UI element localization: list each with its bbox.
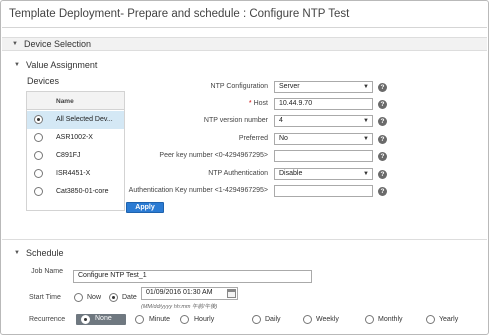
triangle-down-icon: ▼ (12, 41, 18, 47)
page-title: Template Deployment- Prepare and schedul… (9, 8, 350, 20)
template-deployment-window: Template Deployment- Prepare and schedul… (0, 0, 489, 335)
device-selection-label: Device Selection (24, 39, 92, 49)
device-name: ASR1002-X (56, 134, 93, 141)
recurrence-radio-daily[interactable] (252, 315, 261, 324)
device-row[interactable]: ASR1002-X (27, 129, 124, 147)
job-name-input[interactable]: Configure NTP Test_1 (73, 270, 312, 283)
device-radio[interactable] (34, 151, 43, 160)
recurrence-option-label: Daily (265, 316, 281, 323)
device-row[interactable]: ISR4451-X (27, 165, 124, 183)
device-name: C891FJ (56, 152, 81, 159)
auth-key-label: Authentication Key number <1-4294967295> (128, 187, 268, 194)
device-radio[interactable] (34, 115, 43, 124)
ntp-version-select[interactable]: 4 (274, 115, 373, 127)
schedule-divider (2, 239, 487, 240)
value-assignment-label: Value Assignment (26, 60, 98, 70)
name-column-header: Name (56, 98, 74, 105)
auth-key-input[interactable] (274, 185, 373, 197)
question-circle-icon[interactable]: ? (378, 135, 387, 144)
recurrence-option-label: Minute (149, 316, 171, 323)
recurrence-option-none[interactable]: None (76, 314, 126, 325)
ntp-configuration-select[interactable]: Server (274, 81, 373, 93)
start-time-label: Start Time (29, 294, 61, 301)
device-name: Cat3850-01-core (56, 188, 109, 195)
recurrence-option-label: Hourly (194, 316, 215, 323)
question-circle-icon[interactable]: ? (378, 187, 387, 196)
recurrence-label: Recurrence (29, 316, 66, 323)
device-radio[interactable] (34, 133, 43, 142)
device-row[interactable]: C891FJ (27, 147, 124, 165)
recurrence-option-label: Monthly (378, 316, 403, 323)
preferred-select[interactable]: No (274, 133, 373, 145)
start-date-input[interactable]: 01/09/2016 01:30 AM (141, 287, 238, 300)
recurrence-radio-yearly[interactable] (426, 315, 435, 324)
recurrence-radio-hourly[interactable] (180, 315, 189, 324)
calendar-icon[interactable] (227, 289, 236, 298)
question-circle-icon[interactable]: ? (378, 152, 387, 161)
peer-key-input[interactable] (274, 150, 373, 162)
recurrence-option-label: None (95, 315, 112, 322)
device-row[interactable]: All Selected Dev... (27, 111, 124, 129)
triangle-down-icon[interactable]: ▼ (14, 250, 20, 256)
question-circle-icon[interactable]: ? (378, 170, 387, 179)
question-circle-icon[interactable]: ? (378, 117, 387, 126)
start-now-label: Now (87, 294, 102, 301)
device-radio[interactable] (34, 169, 43, 178)
question-circle-icon[interactable]: ? (378, 83, 387, 92)
recurrence-radio-minute[interactable] (135, 315, 144, 324)
device-selection-section-header[interactable]: ▼ Device Selection (2, 37, 487, 51)
start-date-radio[interactable] (109, 293, 118, 302)
recurrence-option-label: Weekly (316, 316, 339, 323)
start-date-label: Date (122, 294, 137, 301)
date-format-hint: (MM/dd/yyyy hh:mm 午前/午後) (141, 304, 218, 310)
ntp-authentication-label: NTP Authentication (208, 170, 268, 177)
device-name: All Selected Dev... (56, 116, 113, 123)
ntp-configuration-label: NTP Configuration (210, 83, 268, 90)
device-radio[interactable] (34, 187, 43, 196)
devices-table: Name All Selected Dev... ASR1002-X C891F… (26, 91, 125, 211)
schedule-label: Schedule (26, 248, 64, 258)
devices-title: Devices (27, 76, 60, 86)
recurrence-radio[interactable] (81, 315, 90, 324)
preferred-label: Preferred (238, 135, 268, 142)
devices-table-header: Name (27, 92, 124, 110)
question-circle-icon[interactable]: ? (378, 100, 387, 109)
title-bar: Template Deployment- Prepare and schedul… (2, 2, 487, 28)
apply-button[interactable]: Apply (126, 202, 164, 213)
host-input[interactable]: 10.44.9.70 (274, 98, 373, 110)
ntp-version-label: NTP version number (203, 117, 268, 124)
required-marker: * (248, 100, 252, 107)
recurrence-option-label: Yearly (439, 316, 459, 323)
job-name-label: Job Name (31, 268, 63, 275)
triangle-down-icon[interactable]: ▼ (14, 62, 20, 68)
device-row[interactable]: Cat3850-01-core (27, 183, 124, 201)
peer-key-label: Peer key number <0-4294967295> (159, 152, 268, 159)
ntp-authentication-select[interactable]: Disable (274, 168, 373, 180)
host-label-text: Host (253, 100, 268, 107)
host-label: * Host (249, 100, 268, 107)
recurrence-radio-weekly[interactable] (303, 315, 312, 324)
recurrence-radio-monthly[interactable] (365, 315, 374, 324)
start-now-radio[interactable] (74, 293, 83, 302)
device-name: ISR4451-X (56, 170, 91, 177)
